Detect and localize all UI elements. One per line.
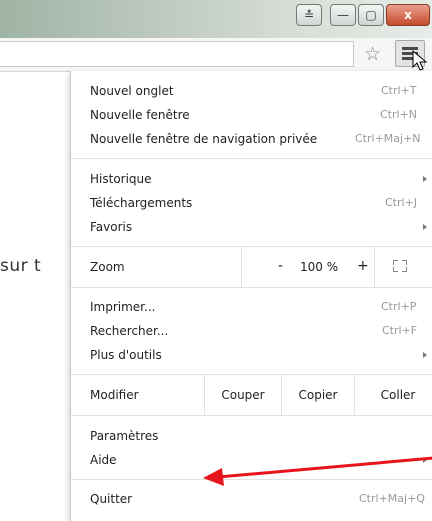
menu-item-downloads[interactable]: Téléchargements Ctrl+J	[71, 191, 432, 215]
close-icon: x	[404, 8, 412, 22]
submenu-arrow-icon	[423, 224, 427, 230]
menu-item-new-window[interactable]: Nouvelle fenêtre Ctrl+N	[71, 103, 432, 127]
submenu-arrow-icon	[423, 457, 427, 463]
page-text-fragment: sur t	[0, 256, 42, 276]
user-icon: ≛	[303, 8, 315, 22]
bookmark-star-icon[interactable]: ☆	[364, 43, 381, 65]
menu-item-shortcut: Ctrl+T	[381, 84, 417, 97]
menu-edit-row: Modifier Couper Copier Coller	[71, 375, 432, 415]
address-bar[interactable]	[0, 41, 354, 67]
menu-item-find[interactable]: Rechercher... Ctrl+F	[71, 319, 432, 343]
zoom-out-button[interactable]: -	[278, 258, 283, 274]
maximize-icon: ▢	[365, 8, 377, 22]
user-profile-button[interactable]: ≛	[296, 4, 322, 26]
menu-item-bookmarks[interactable]: Favoris	[71, 215, 432, 239]
menu-item-label: Téléchargements	[90, 196, 193, 210]
menu-item-help[interactable]: Aide	[71, 448, 432, 472]
menu-item-shortcut: Ctrl+F	[382, 324, 418, 337]
mouse-cursor-icon	[412, 50, 428, 71]
submenu-arrow-icon	[423, 176, 427, 182]
menu-zoom-row: Zoom - 100 % +	[71, 247, 432, 287]
minimize-button[interactable]: —	[330, 4, 356, 26]
zoom-level: 100 %	[300, 260, 339, 274]
zoom-in-button[interactable]: +	[357, 258, 369, 274]
menu-item-shortcut: Ctrl+P	[381, 300, 417, 313]
menu-item-incognito-window[interactable]: Nouvelle fenêtre de navigation privée Ct…	[71, 127, 432, 151]
menu-item-label: Rechercher...	[90, 324, 169, 338]
menu-item-label: Nouvel onglet	[90, 84, 174, 98]
window-titlebar: ≛ — ▢ x	[0, 0, 432, 38]
browser-toolbar: ☆	[0, 38, 432, 72]
menu-item-shortcut: Ctrl+N	[380, 108, 418, 121]
window-controls: ≛ — ▢ x	[296, 4, 430, 26]
menu-item-more-tools[interactable]: Plus d'outils	[71, 343, 432, 367]
menu-item-shortcut: Ctrl+J	[385, 196, 418, 209]
menu-item-shortcut: Ctrl+Maj+N	[355, 132, 421, 145]
fullscreen-icon	[393, 260, 407, 272]
menu-separator	[71, 479, 432, 480]
maximize-button[interactable]: ▢	[358, 4, 384, 26]
menu-item-label: Nouvelle fenêtre de navigation privée	[90, 132, 318, 146]
minimize-icon: —	[337, 8, 349, 22]
copy-button[interactable]: Copier	[281, 375, 354, 415]
menu-separator	[71, 158, 432, 159]
chrome-main-menu: Nouvel onglet Ctrl+T Nouvelle fenêtre Ct…	[70, 71, 432, 521]
submenu-arrow-icon	[423, 352, 427, 358]
menu-item-new-tab[interactable]: Nouvel onglet Ctrl+T	[71, 79, 432, 103]
menu-item-quit[interactable]: Quitter Ctrl+Maj+Q	[71, 487, 432, 511]
menu-item-shortcut: Ctrl+Maj+Q	[359, 492, 425, 505]
paste-button[interactable]: Coller	[354, 375, 432, 415]
menu-item-history[interactable]: Historique	[71, 167, 432, 191]
menu-item-label: Favoris	[90, 220, 133, 234]
menu-item-settings[interactable]: Paramètres	[71, 424, 432, 448]
menu-item-label: Aide	[90, 453, 117, 467]
menu-separator	[71, 287, 432, 288]
menu-item-label: Quitter	[90, 492, 133, 506]
close-button[interactable]: x	[386, 4, 430, 26]
menu-item-label: Paramètres	[90, 429, 159, 443]
menu-item-label: Imprimer...	[90, 300, 156, 314]
menu-item-label: Historique	[90, 172, 152, 186]
menu-item-print[interactable]: Imprimer... Ctrl+P	[71, 295, 432, 319]
menu-item-label: Nouvelle fenêtre	[90, 108, 190, 122]
edit-label: Modifier	[90, 388, 139, 402]
cut-button[interactable]: Couper	[204, 375, 281, 415]
menu-separator	[71, 415, 432, 416]
zoom-label: Zoom	[90, 260, 125, 274]
fullscreen-button[interactable]	[374, 247, 432, 287]
menu-item-label: Plus d'outils	[90, 348, 162, 362]
